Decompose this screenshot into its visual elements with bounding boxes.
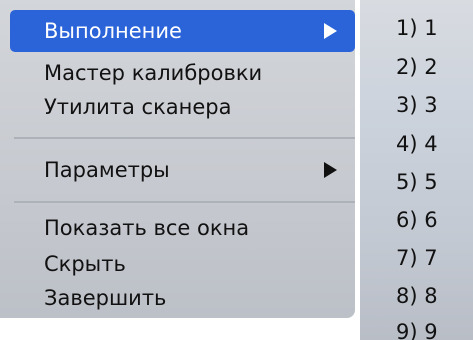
menu-item-label: Завершить — [44, 285, 167, 310]
submenu-arrow-icon — [324, 162, 337, 178]
context-menu: Выполнение Мастер калибровки Утилита ска… — [0, 0, 355, 318]
menu-item-label: Показать все окна — [44, 215, 250, 240]
menu-item-label: Параметры — [44, 157, 170, 182]
submenu-item-2[interactable]: 2) 2 — [360, 57, 473, 78]
submenu-item-5[interactable]: 5) 5 — [360, 172, 473, 193]
menu-separator — [14, 137, 355, 139]
submenu-item-3[interactable]: 3) 3 — [360, 95, 473, 116]
submenu-item-6[interactable]: 6) 6 — [360, 210, 473, 231]
menu-separator — [14, 201, 355, 203]
menu-item-label: Мастер калибровки — [44, 60, 263, 85]
menu-item-show-all-windows[interactable]: Показать все окна — [10, 209, 355, 247]
submenu-item-1[interactable]: 1) 1 — [360, 18, 473, 39]
menu-screenshot: Выполнение Мастер калибровки Утилита ска… — [0, 0, 473, 340]
submenu-item-8[interactable]: 8) 8 — [360, 286, 473, 307]
submenu-item-9[interactable]: 9) 9 — [360, 322, 473, 340]
menu-item-quit[interactable]: Завершить — [10, 279, 355, 317]
menu-item-hide[interactable]: Скрыть — [10, 245, 355, 283]
menu-item-label: Скрыть — [44, 251, 126, 276]
menu-item-calibration-wizard[interactable]: Мастер калибровки — [10, 54, 355, 92]
menu-item-parameters[interactable]: Параметры — [10, 149, 355, 191]
menu-item-label: Выполнение — [44, 18, 182, 43]
menu-item-scanner-utility[interactable]: Утилита сканера — [10, 88, 355, 126]
menu-item-label: Утилита сканера — [44, 94, 232, 119]
submenu-arrow-icon — [324, 23, 337, 39]
submenu: 1) 1 2) 2 3) 3 4) 4 5) 5 6) 6 7) 7 8) 8 … — [360, 0, 473, 340]
submenu-item-7[interactable]: 7) 7 — [360, 248, 473, 269]
menu-item-run[interactable]: Выполнение — [10, 10, 355, 52]
submenu-item-4[interactable]: 4) 4 — [360, 134, 473, 155]
